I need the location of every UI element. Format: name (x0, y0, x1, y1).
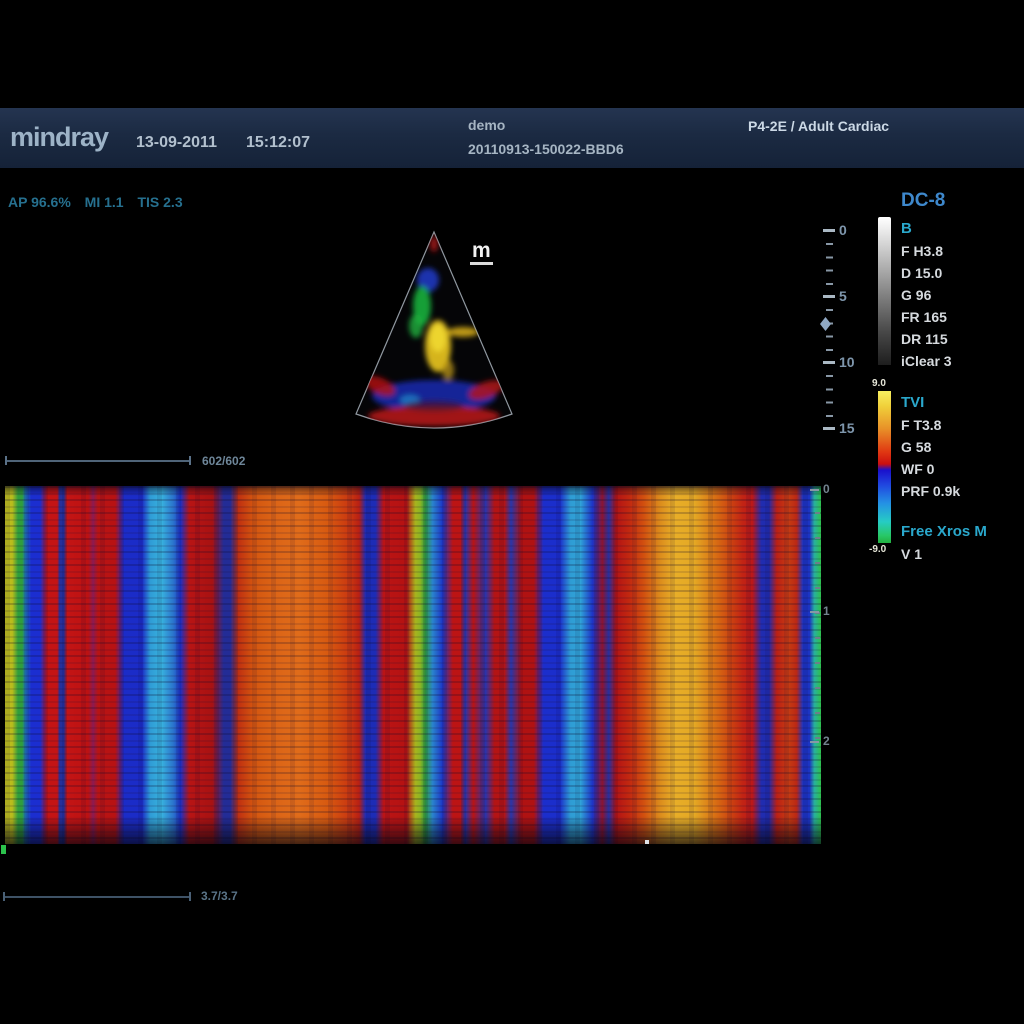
b-param-depth: D 15.0 (901, 262, 952, 284)
mmode-strip-image (5, 486, 821, 844)
b-param-dynamicrange: DR 115 (901, 328, 952, 350)
probe-orientation-marker: m (470, 240, 493, 265)
tvi-color-bar (878, 391, 891, 543)
tvi-param-wallfilter: WF 0 (901, 458, 960, 480)
xros-mode-params: Free Xros M V 1 (901, 521, 987, 565)
tvi-scale-max: 9.0 (872, 378, 886, 389)
mmode-left-marker (1, 845, 6, 854)
ultrasound-screen: mindray 13-09-2011 15:12:07 demo 2011091… (0, 0, 1024, 1024)
b-mode-params: B F H3.8 D 15.0 G 96 FR 165 DR 115 iClea… (901, 218, 952, 372)
system-model-label: DC-8 (901, 190, 945, 212)
patient-name: demo (468, 117, 505, 133)
mmode-time-cursor (645, 840, 649, 844)
tvi-param-gain: G 58 (901, 436, 960, 458)
grayscale-bar (878, 217, 891, 365)
b-param-gain: G 96 (901, 284, 952, 306)
b-param-framerate: FR 165 (901, 306, 952, 328)
ap-value: AP 96.6% (8, 194, 71, 210)
tvi-mode-label: TVI (901, 392, 960, 414)
mmode-ruler-ticks (815, 489, 820, 749)
tvi-scale-min: -9.0 (869, 544, 886, 555)
top-bar: mindray 13-09-2011 15:12:07 demo 2011091… (0, 108, 1024, 168)
mmode-label-2: 2 (823, 734, 830, 748)
xros-param-speed: V 1 (901, 543, 987, 565)
exam-id: 20110913-150022-BBD6 (468, 141, 624, 157)
mmode-label-0: 0 (823, 482, 830, 496)
sweep-time-ruler (3, 896, 191, 898)
b-param-frequency: F H3.8 (901, 240, 952, 262)
depth-label-0: 0 (839, 222, 847, 238)
mmode-major-tick (810, 741, 819, 743)
mmode-major-tick (810, 611, 819, 613)
cine-frame-counter: 602/602 (202, 454, 245, 468)
xros-mode-label: Free Xros M (901, 521, 987, 543)
tvi-mode-params: TVI F T3.8 G 58 WF 0 PRF 0.9k (901, 392, 960, 502)
sweep-time-value: 3.7/3.7 (201, 889, 238, 903)
depth-label-5: 5 (839, 288, 847, 304)
mmode-major-tick (810, 489, 819, 491)
sweep-start-tick (3, 892, 5, 901)
sweep-end-tick (189, 892, 191, 901)
depth-major-tick (823, 295, 835, 298)
depth-major-tick (823, 229, 835, 232)
mi-value: MI 1.1 (85, 194, 124, 210)
b-mode-label: B (901, 218, 952, 240)
b-param-iclear: iClear 3 (901, 350, 952, 372)
tis-value: TIS 2.3 (137, 194, 182, 210)
depth-ruler-ticks (826, 230, 833, 432)
depth-major-tick (823, 361, 835, 364)
depth-major-tick (823, 427, 835, 430)
brand-logo: mindray (10, 122, 108, 153)
acoustic-status-line: AP 96.6% MI 1.1 TIS 2.3 (8, 194, 193, 210)
depth-label-10: 10 (839, 354, 855, 370)
tvi-param-prf: PRF 0.9k (901, 480, 960, 502)
cine-progress-bar[interactable] (5, 460, 191, 462)
tvi-param-frequency: F T3.8 (901, 414, 960, 436)
depth-label-15: 15 (839, 420, 855, 436)
exam-date: 13-09-2011 (136, 134, 217, 152)
b-mode-sector-image (350, 228, 518, 434)
cine-end-tick (189, 456, 191, 465)
exam-time: 15:12:07 (246, 134, 310, 152)
mmode-label-1: 1 (823, 604, 830, 618)
probe-preset: P4-2E / Adult Cardiac (748, 118, 889, 134)
cine-start-tick (5, 456, 7, 465)
